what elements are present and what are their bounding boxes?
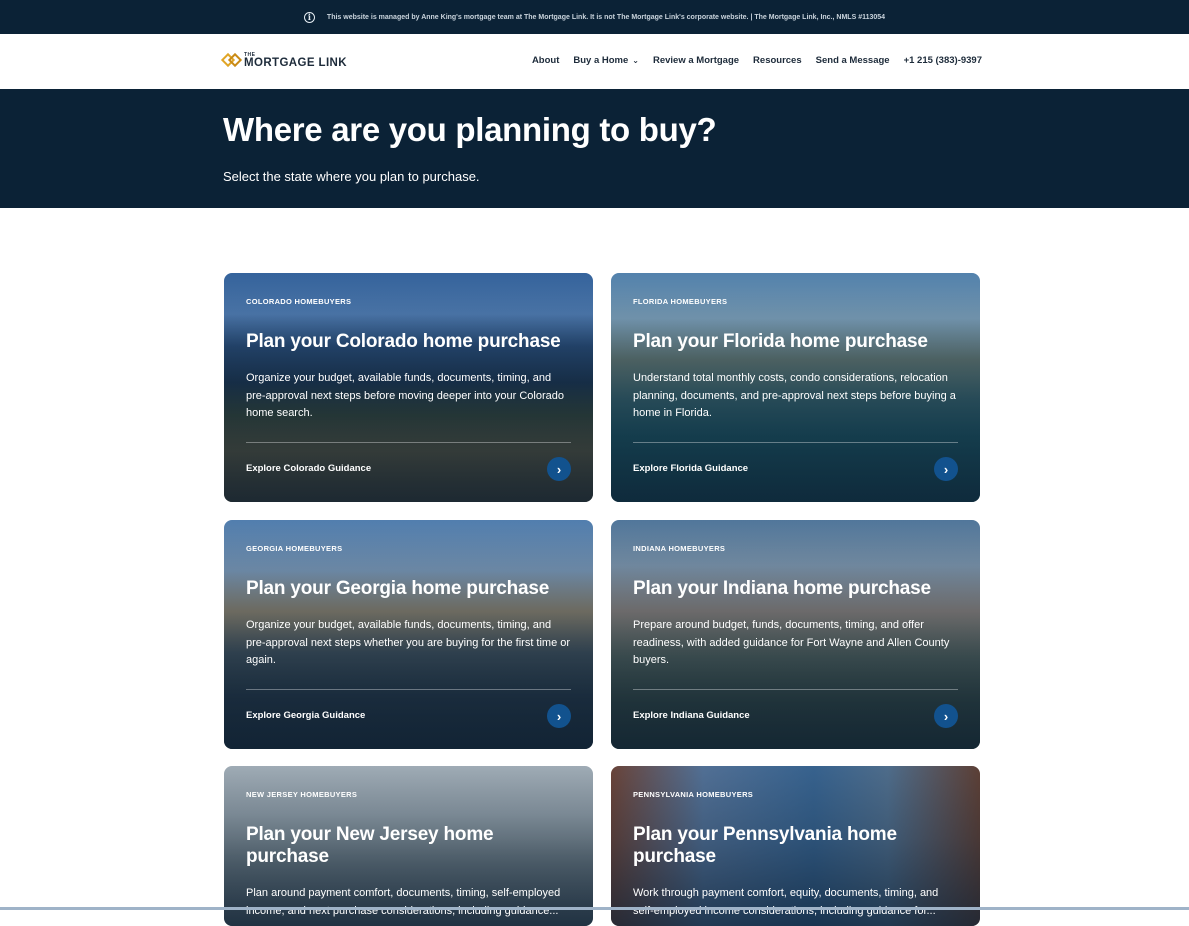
card-cta-link[interactable]: Explore Colorado Guidance <box>246 463 371 474</box>
nav-phone[interactable]: +1 215 (383)-9397 <box>904 55 982 66</box>
state-card-pennsylvania[interactable]: PENNSYLVANIA HOMEBUYERS Plan your Pennsy… <box>611 766 980 926</box>
card-cta-link[interactable]: Explore Indiana Guidance <box>633 710 750 721</box>
chevron-right-icon[interactable]: › <box>934 457 958 481</box>
info-icon: i <box>303 11 315 23</box>
card-title: Plan your Georgia home purchase <box>246 578 550 599</box>
state-card-indiana[interactable]: INDIANA HOMEBUYERS Plan your Indiana hom… <box>611 520 980 749</box>
logo-diamond-icon <box>220 52 243 70</box>
card-eyebrow: INDIANA HOMEBUYERS <box>633 544 726 553</box>
nav-about[interactable]: About <box>532 55 559 66</box>
state-card-florida[interactable]: FLORIDA HOMEBUYERS Plan your Florida hom… <box>611 273 980 502</box>
nav-review-mortgage[interactable]: Review a Mortgage <box>653 55 739 66</box>
top-notice-bar: i This website is managed by Anne King's… <box>0 0 1189 34</box>
card-title: Plan your New Jersey home purchase <box>246 824 494 867</box>
card-description: Organize your budget, available funds, d… <box>246 619 571 666</box>
card-title: Plan your Indiana home purchase <box>633 578 931 599</box>
nav-resources[interactable]: Resources <box>753 55 802 66</box>
chevron-right-icon[interactable]: › <box>547 704 571 728</box>
nav-buy-a-home[interactable]: Buy a Home ⌄ <box>573 55 639 66</box>
card-title: Plan your Colorado home purchase <box>246 331 561 352</box>
site-logo[interactable]: THE MORTGAGE LINK <box>220 52 347 70</box>
card-description: Prepare around budget, funds, documents,… <box>633 619 950 666</box>
chevron-right-icon[interactable]: › <box>547 457 571 481</box>
nav-send-message[interactable]: Send a Message <box>816 55 890 66</box>
top-notice-text: This website is managed by Anne King's m… <box>326 13 886 21</box>
card-divider <box>246 689 571 690</box>
card-eyebrow: PENNSYLVANIA HOMEBUYERS <box>633 790 754 799</box>
site-header: THE MORTGAGE LINK About Buy a Home ⌄ Revi… <box>0 34 1189 89</box>
state-card-new-jersey[interactable]: NEW JERSEY HOMEBUYERS Plan your New Jers… <box>224 766 593 926</box>
card-divider <box>633 442 958 443</box>
chevron-down-icon: ⌄ <box>632 56 639 65</box>
card-cta-link[interactable]: Explore Georgia Guidance <box>246 710 365 721</box>
card-description: Work through payment comfort, equity, do… <box>633 887 939 917</box>
card-cta-link[interactable]: Explore Florida Guidance <box>633 463 748 474</box>
card-title: Plan your Florida home purchase <box>633 331 928 352</box>
card-eyebrow: GEORGIA HOMEBUYERS <box>246 544 343 553</box>
card-description: Plan around payment comfort, documents, … <box>246 887 561 917</box>
nav-buy-label: Buy a Home <box>573 55 629 66</box>
card-divider <box>633 689 958 690</box>
card-title: Plan your Pennsylvania home purchase <box>633 824 897 867</box>
hero-banner: Where are you planning to buy? Select th… <box>0 89 1189 208</box>
card-eyebrow: NEW JERSEY HOMEBUYERS <box>246 790 358 799</box>
state-card-georgia[interactable]: GEORGIA HOMEBUYERS Plan your Georgia hom… <box>224 520 593 749</box>
chevron-right-icon[interactable]: › <box>934 704 958 728</box>
main-nav: About Buy a Home ⌄ Review a Mortgage Reso… <box>532 55 982 66</box>
page-title: Where are you planning to buy? <box>223 111 717 148</box>
page-subtitle: Select the state where you plan to purch… <box>223 169 480 184</box>
card-description: Organize your budget, available funds, d… <box>246 372 564 419</box>
card-description: Understand total monthly costs, condo co… <box>633 372 956 419</box>
card-eyebrow: FLORIDA HOMEBUYERS <box>633 297 728 306</box>
card-eyebrow: COLORADO HOMEBUYERS <box>246 297 352 306</box>
state-card-colorado[interactable]: COLORADO HOMEBUYERS Plan your Colorado h… <box>224 273 593 502</box>
card-divider <box>246 442 571 443</box>
logo-name: MORTGAGE LINK <box>244 56 347 69</box>
